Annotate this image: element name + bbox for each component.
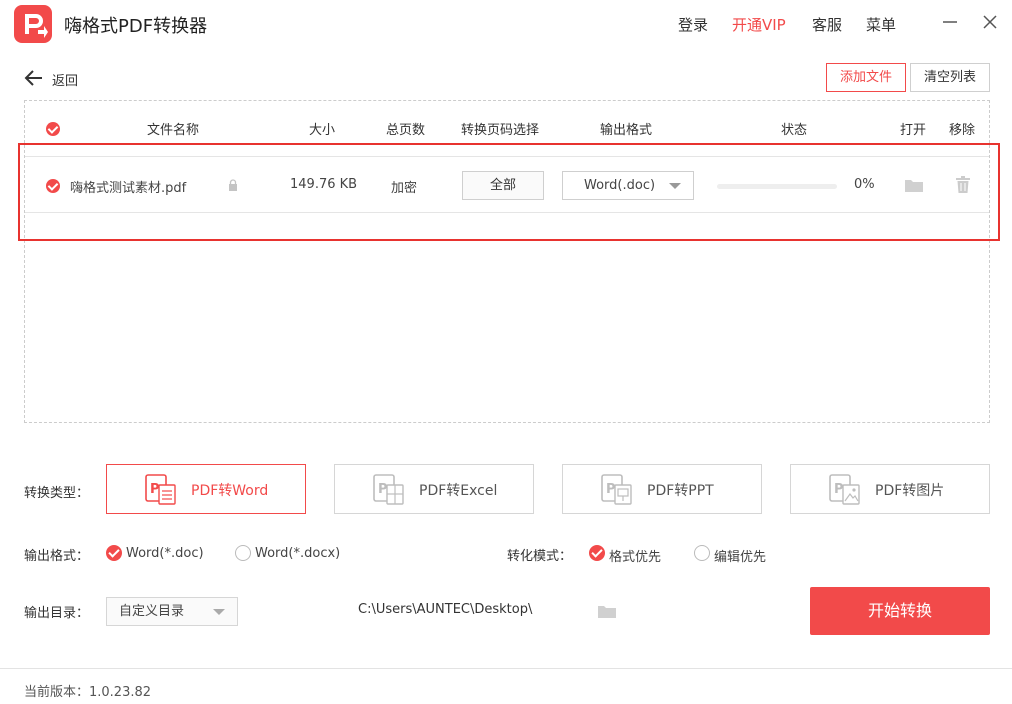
output-dir-label: 输出目录： <box>24 606 90 621</box>
radio-edit-priority[interactable] <box>694 545 710 561</box>
page-count: 加密 <box>391 181 418 196</box>
svg-text:P: P <box>150 482 160 497</box>
option-format-priority-label[interactable]: 格式优先 <box>609 546 661 565</box>
menu-link[interactable]: 菜单 <box>866 14 896 35</box>
type-label: PDF转PPT <box>647 483 714 499</box>
chevron-down-icon <box>669 183 681 189</box>
option-doc-label[interactable]: Word(*.doc) <box>126 546 204 561</box>
folder-icon[interactable] <box>904 177 924 193</box>
back-button[interactable]: 返回 <box>24 68 78 89</box>
svg-text:P: P <box>606 482 616 497</box>
app-logo-icon <box>14 5 52 43</box>
minimize-icon[interactable] <box>940 12 960 32</box>
progress-bar <box>717 184 837 189</box>
header-page-range: 转换页码选择 <box>461 123 540 138</box>
version-text: 当前版本：1.0.23.82 <box>24 685 152 700</box>
row-checkbox[interactable] <box>46 179 60 193</box>
radio-docx[interactable] <box>235 545 251 561</box>
file-name: 嗨格式测试素材.pdf <box>70 181 187 196</box>
type-pdf-to-excel[interactable]: P PDF转Excel <box>334 464 534 514</box>
type-pdf-to-word[interactable]: P PDF转Word <box>106 464 306 514</box>
row-separator <box>25 212 989 213</box>
type-label: PDF转Excel <box>419 483 498 499</box>
output-format-label: 输出格式： <box>24 549 90 564</box>
header-remove: 移除 <box>949 123 976 138</box>
chevron-down-icon <box>213 609 225 615</box>
pdf-image-icon: P <box>829 474 860 505</box>
pdf-ppt-icon: P <box>601 474 632 505</box>
output-path: C:\Users\AUNTEC\Desktop\ <box>358 602 533 617</box>
output-format-value: Word(.doc) <box>584 178 656 193</box>
conversion-mode-label: 转化模式： <box>507 549 573 564</box>
clear-list-button[interactable]: 清空列表 <box>910 63 990 92</box>
type-label: PDF转Word <box>191 483 269 499</box>
browse-folder-icon[interactable] <box>597 603 617 619</box>
vip-link[interactable]: 开通VIP <box>732 14 786 35</box>
type-pdf-to-image[interactable]: P PDF转图片 <box>790 464 990 514</box>
option-docx-label[interactable]: Word(*.docx) <box>255 546 340 561</box>
title-bar: 嗨格式PDF转换器 登录 开通VIP 客服 菜单 <box>0 0 1012 48</box>
login-link[interactable]: 登录 <box>678 14 708 35</box>
header-pages: 总页数 <box>386 123 426 138</box>
app-title: 嗨格式PDF转换器 <box>64 16 208 37</box>
output-format-select[interactable]: Word(.doc) <box>562 171 694 200</box>
pdf-word-icon: P <box>145 474 176 505</box>
svg-text:P: P <box>834 482 844 497</box>
footer-divider <box>0 668 1012 669</box>
add-file-button[interactable]: 添加文件 <box>826 63 906 92</box>
page-range-button[interactable]: 全部 <box>462 171 544 200</box>
pdf-excel-icon: P <box>373 474 404 505</box>
lock-icon <box>229 179 237 191</box>
option-edit-priority-label[interactable]: 编辑优先 <box>714 546 766 565</box>
radio-doc[interactable] <box>106 545 122 561</box>
trash-icon[interactable] <box>955 176 971 194</box>
select-all-checkbox[interactable] <box>46 122 60 136</box>
row-separator <box>25 156 989 157</box>
radio-format-priority[interactable] <box>589 545 605 561</box>
type-label: PDF转图片 <box>875 483 945 499</box>
output-dir-select[interactable]: 自定义目录 <box>106 597 238 626</box>
header-size: 大小 <box>309 123 336 138</box>
conversion-type-label: 转换类型： <box>24 486 90 501</box>
header-open: 打开 <box>900 123 927 138</box>
progress-text: 0% <box>854 177 875 192</box>
type-pdf-to-ppt[interactable]: P PDF转PPT <box>562 464 762 514</box>
header-output-format: 输出格式 <box>600 123 653 138</box>
back-label: 返回 <box>52 74 79 89</box>
close-icon[interactable] <box>980 12 1000 32</box>
header-filename: 文件名称 <box>147 123 200 138</box>
service-link[interactable]: 客服 <box>812 14 842 35</box>
header-status: 状态 <box>781 123 808 138</box>
arrow-left-icon <box>24 70 42 86</box>
output-dir-value: 自定义目录 <box>119 604 185 619</box>
start-convert-button[interactable]: 开始转换 <box>810 587 990 635</box>
file-list: 文件名称 大小 总页数 转换页码选择 输出格式 状态 打开 移除 嗨格式测试素材… <box>24 100 990 423</box>
file-size: 149.76 KB <box>290 177 358 192</box>
svg-text:P: P <box>378 482 388 497</box>
